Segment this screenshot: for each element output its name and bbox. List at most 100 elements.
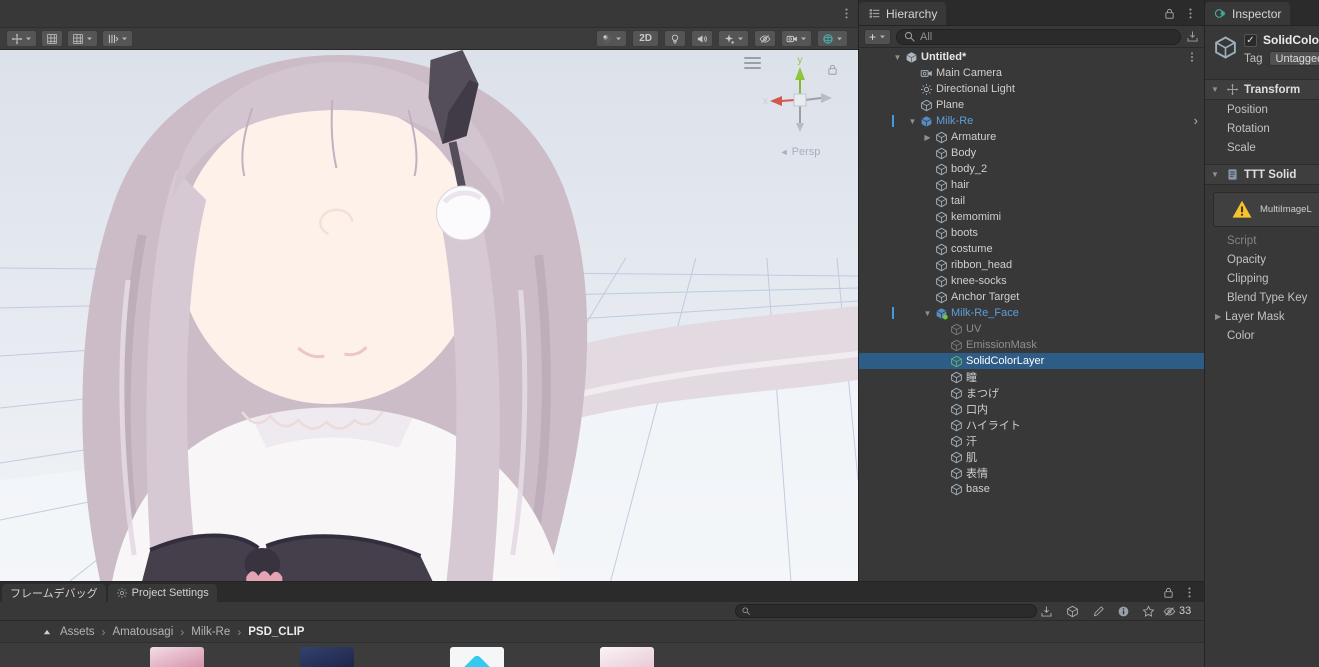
asset-thumbnail-character-art-pale[interactable] bbox=[600, 647, 654, 667]
inspector-field-scale[interactable]: Scale bbox=[1205, 138, 1319, 157]
hierarchy-item-tail[interactable]: tail bbox=[859, 193, 1204, 209]
hierarchy-item-body-2[interactable]: body_2 bbox=[859, 161, 1204, 177]
scroll-up-icon[interactable] bbox=[42, 627, 52, 637]
inspector-field-position[interactable]: Position bbox=[1205, 100, 1319, 119]
projection-label[interactable]: ◄ Persp bbox=[758, 146, 842, 158]
2d-label: 2D bbox=[637, 33, 654, 44]
layer-icon bbox=[950, 355, 963, 368]
breadcrumb-item-psd-clip[interactable]: PSD_CLIP bbox=[248, 626, 304, 638]
camera-settings-button[interactable] bbox=[781, 30, 812, 47]
hierarchy-item-label: body_2 bbox=[951, 163, 987, 175]
breadcrumb-item-milk-re[interactable]: Milk-Re bbox=[191, 626, 230, 638]
hierarchy-item-item-24[interactable]: 汗 bbox=[859, 433, 1204, 449]
inspector-field-blend-type-key[interactable]: Blend Type Key bbox=[1205, 288, 1319, 307]
lock-icon[interactable] bbox=[1163, 7, 1176, 20]
item-options-icon[interactable] bbox=[1186, 51, 1198, 63]
hierarchy-item-ribbon-head[interactable]: ribbon_head bbox=[859, 257, 1204, 273]
hierarchy-item-uv[interactable]: UV bbox=[859, 321, 1204, 337]
project-search-input[interactable] bbox=[735, 604, 1037, 618]
search-filter-icon[interactable] bbox=[1186, 30, 1199, 43]
hierarchy-item-kemomimi[interactable]: kemomimi bbox=[859, 209, 1204, 225]
inspector-field-opacity[interactable]: Opacity bbox=[1205, 250, 1319, 269]
snap-settings-button[interactable] bbox=[67, 30, 98, 47]
tab-frame-debugger[interactable]: フレームデバッグ bbox=[2, 584, 106, 602]
tab-inspector[interactable]: Inspector bbox=[1205, 2, 1290, 25]
gizmos-button[interactable] bbox=[817, 30, 848, 47]
more-options-icon[interactable] bbox=[1184, 7, 1197, 20]
asset-thumbnail-clip-file-cyan[interactable] bbox=[450, 647, 504, 667]
inspector-field-rotation[interactable]: Rotation bbox=[1205, 119, 1319, 138]
hierarchy-item-anchor-target[interactable]: Anchor Target bbox=[859, 289, 1204, 305]
foldout-right-icon[interactable]: ▶ bbox=[1215, 312, 1221, 321]
transform-component-header[interactable]: ▼ Transform bbox=[1205, 79, 1319, 100]
asset-thumbnail-texture-dark-navy[interactable] bbox=[300, 647, 354, 667]
import-icon[interactable] bbox=[1040, 605, 1053, 618]
tab-project-settings[interactable]: Project Settings bbox=[108, 584, 217, 602]
hierarchy-item-item-20[interactable]: 瞳 bbox=[859, 369, 1204, 385]
hierarchy-item-body[interactable]: Body bbox=[859, 145, 1204, 161]
scene-audio-toggle[interactable] bbox=[691, 30, 713, 47]
hierarchy-item-main-camera[interactable]: Main Camera bbox=[859, 65, 1204, 81]
move-tool-button[interactable] bbox=[6, 30, 37, 47]
inspector-field-layer-mask[interactable]: ▶Layer Mask bbox=[1205, 307, 1319, 326]
hierarchy-item-item-25[interactable]: 肌 bbox=[859, 449, 1204, 465]
foldout-icon[interactable]: ▼ bbox=[907, 117, 918, 126]
edit-icon[interactable] bbox=[1092, 605, 1105, 618]
shading-mode-button[interactable] bbox=[596, 30, 627, 47]
search-icon bbox=[903, 30, 916, 43]
favorites-star-icon[interactable] bbox=[1142, 605, 1155, 618]
scene-visibility-toggle[interactable] bbox=[754, 30, 776, 47]
active-checkbox[interactable]: ✓ bbox=[1244, 34, 1257, 47]
hierarchy-item-base[interactable]: base bbox=[859, 481, 1204, 497]
hierarchy-item-boots[interactable]: boots bbox=[859, 225, 1204, 241]
foldout-icon[interactable]: ▶ bbox=[922, 133, 933, 142]
inspector-field-color[interactable]: Color bbox=[1205, 326, 1319, 345]
orientation-gizmo[interactable]: y x bbox=[753, 52, 848, 152]
hierarchy-item-knee-socks[interactable]: knee-socks bbox=[859, 273, 1204, 289]
hierarchy-item-item-21[interactable]: まつげ bbox=[859, 385, 1204, 401]
hierarchy-item-item-23[interactable]: ハイライト bbox=[859, 417, 1204, 433]
asset-thumbnail-character-art-pink[interactable] bbox=[150, 647, 204, 667]
info-icon[interactable] bbox=[1117, 605, 1130, 618]
foldout-icon[interactable]: ▼ bbox=[892, 53, 903, 62]
foldout-down-icon[interactable]: ▼ bbox=[1211, 170, 1221, 179]
hierarchy-item-milk-re[interactable]: ▼Milk-Re› bbox=[859, 113, 1204, 129]
inspector-field-clipping[interactable]: Clipping bbox=[1205, 269, 1319, 288]
effects-toggle-button[interactable] bbox=[718, 30, 749, 47]
grid-toggle-button[interactable] bbox=[41, 30, 63, 47]
hierarchy-item-label: 表情 bbox=[966, 465, 988, 481]
tool-columns-button[interactable] bbox=[102, 30, 133, 47]
breadcrumb-item-assets[interactable]: Assets bbox=[60, 626, 95, 638]
hierarchy-item-solidcolorlayer[interactable]: SolidColorLayer bbox=[859, 353, 1204, 369]
lock-icon[interactable] bbox=[1162, 586, 1175, 599]
inspector-field-script[interactable]: Script bbox=[1205, 231, 1319, 250]
hierarchy-item-costume[interactable]: costume bbox=[859, 241, 1204, 257]
scene-lighting-toggle[interactable] bbox=[664, 30, 686, 47]
tab-hierarchy[interactable]: Hierarchy bbox=[859, 2, 946, 25]
more-options-icon[interactable] bbox=[1183, 586, 1196, 599]
scene-viewport[interactable]: y x ◄ Persp bbox=[0, 50, 858, 581]
asset-grid bbox=[0, 643, 1204, 667]
2d-toggle-button[interactable]: 2D bbox=[632, 30, 659, 47]
object-name-field[interactable]: SolidColorLayer bbox=[1263, 33, 1319, 47]
hierarchy-item-hair[interactable]: hair bbox=[859, 177, 1204, 193]
hierarchy-search-input[interactable]: All bbox=[896, 29, 1181, 45]
hierarchy-item-untitled[interactable]: ▼Untitled* bbox=[859, 49, 1204, 65]
package-icon[interactable] bbox=[1066, 605, 1079, 618]
tag-dropdown[interactable]: Untagged bbox=[1269, 51, 1319, 66]
hierarchy-item-plane[interactable]: Plane bbox=[859, 97, 1204, 113]
hierarchy-item-directional-light[interactable]: Directional Light bbox=[859, 81, 1204, 97]
prefab-open-chevron[interactable]: › bbox=[1194, 115, 1198, 127]
hierarchy-item-milk-re-face[interactable]: ▼Milk-Re_Face bbox=[859, 305, 1204, 321]
foldout-down-icon[interactable]: ▼ bbox=[1211, 85, 1221, 94]
hidden-count-eye-icon[interactable] bbox=[1163, 605, 1176, 618]
foldout-icon[interactable]: ▼ bbox=[922, 309, 933, 318]
create-object-button[interactable]: + bbox=[864, 29, 891, 45]
hierarchy-item-armature[interactable]: ▶Armature bbox=[859, 129, 1204, 145]
hierarchy-item-emissionmask[interactable]: EmissionMask bbox=[859, 337, 1204, 353]
hierarchy-item-item-22[interactable]: 口内 bbox=[859, 401, 1204, 417]
ttt-component-header[interactable]: ▼ TTT Solid bbox=[1205, 164, 1319, 185]
scene-tab-options-icon[interactable] bbox=[840, 7, 853, 20]
breadcrumb-item-amatousagi[interactable]: Amatousagi bbox=[113, 626, 174, 638]
hierarchy-item-item-26[interactable]: 表情 bbox=[859, 465, 1204, 481]
